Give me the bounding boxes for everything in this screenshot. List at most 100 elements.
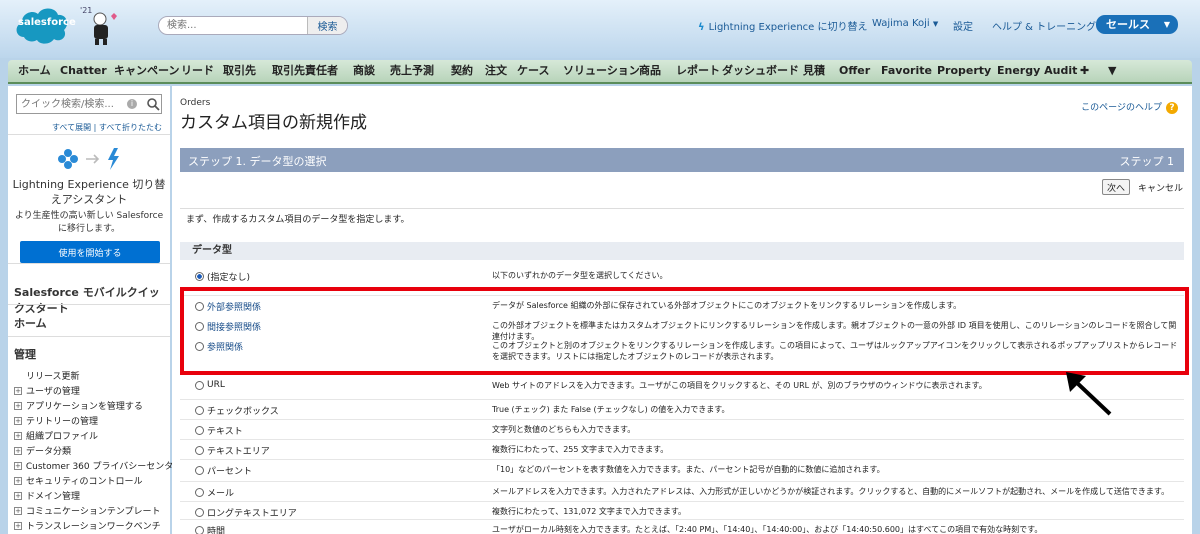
help-training-link[interactable]: ヘルプ & トレーニング [992,18,1096,33]
global-search: 検索 [158,16,348,35]
tab-item[interactable]: レポート [676,60,720,82]
lightning-bolt-icon [108,148,119,170]
tab-item[interactable]: ▼ [1108,60,1116,82]
promo-description: より生産性の高い新しい Salesforce に移行します。 [14,211,164,234]
data-type-option: ロングテキストエリア 複数行にわたって、131,072 文字まで入力できます。 [180,502,1184,520]
search-button[interactable]: 検索 [307,17,347,34]
setup-link[interactable]: 設定 [953,18,973,33]
tab-item[interactable]: リード [181,60,214,82]
tab-item[interactable]: キャンペーン [114,60,179,82]
data-type-option: URL Web サイトのアドレスを入力できます。ユーザがこの項目をクリックすると、… [180,376,1184,400]
tab-item[interactable]: 商談 [353,60,375,82]
sidebar-link[interactable]: + トランスレーションワークベンチ [14,518,170,533]
data-type-option: テキストエリア 複数行にわたって、255 文字まで入力できます。 [180,440,1184,460]
tab-item[interactable]: 売上予測 [390,60,434,82]
data-type-option: パーセント 「10」などのパーセントを表す数値を入力できます。また、パーセント記号… [180,460,1184,482]
tab-item[interactable]: Favorite [881,60,932,82]
tab-item[interactable]: 注文 [485,60,507,82]
expand-all-link[interactable]: すべて展開 [52,123,91,132]
get-started-button[interactable]: 使用を開始する [20,241,160,263]
sidebar-link[interactable]: リリース更新 [14,368,170,383]
salesforce-logo[interactable]: salesforce [12,3,76,45]
help-question-icon: ? [1166,102,1178,114]
tab-item[interactable]: ソリューション [563,60,640,82]
expand-plus-icon[interactable]: + [14,521,22,530]
page-help-label: このページのヘルプ [1081,103,1162,113]
tab-item[interactable]: ✚ [1080,60,1089,82]
help-icon[interactable]: i [127,99,137,109]
sidebar-link[interactable]: + アプリケーションを管理する [14,398,170,413]
tab-item[interactable]: ホーム [18,60,51,82]
migration-icons [58,148,119,170]
data-type-option: チェックボックス True (チェック) また False (チェックなし) の値… [180,400,1184,420]
data-type-radio[interactable]: テキストエリア [195,444,270,457]
data-type-radio[interactable]: パーセント [195,464,252,477]
cancel-button[interactable]: キャンセル [1138,181,1183,194]
step-title: ステップ 1. データ型の選択 [188,155,327,168]
data-type-radio[interactable]: URL [195,380,225,390]
expand-plus-icon[interactable]: + [14,506,22,515]
tab-item[interactable]: 商品 [639,60,661,82]
sidebar-link[interactable]: + データ分類 [14,443,170,458]
tab-item[interactable]: 取引先 [223,60,256,82]
data-type-radio[interactable]: チェックボックス [195,404,279,417]
radio-selected-icon[interactable] [195,272,204,281]
radio-unselected-icon[interactable] [195,446,204,455]
radio-unselected-icon[interactable] [195,426,204,435]
data-type-radio[interactable]: テキスト [195,424,243,437]
mobile-quickstart-heading[interactable]: Salesforce モバイルクイックスタート [14,284,164,316]
expand-plus-icon[interactable]: + [14,401,22,410]
radio-unselected-icon[interactable] [195,466,204,475]
step-header: ステップ 1. データ型の選択 ステップ 1 [180,148,1184,172]
chevron-down-icon: ▼ [932,20,939,28]
data-type-description: 複数行にわたって、131,072 文字まで入力できます。 [492,507,687,516]
sidebar-link[interactable]: + セキュリティのコントロール [14,473,170,488]
tab-item[interactable]: Chatter [60,60,107,82]
switch-to-lightning-link[interactable]: ϟ Lightning Experience に切り替え [698,18,868,33]
sidebar-link[interactable]: + 組織プロファイル [14,428,170,443]
tab-item[interactable]: Property [937,60,991,82]
radio-unselected-icon[interactable] [195,380,204,390]
radio-unselected-icon[interactable] [195,526,204,534]
app-menu-button[interactable]: セールス ▼ [1096,15,1178,34]
sidebar-link[interactable]: + コミュニケーションテンプレート [14,503,170,518]
data-type-radio[interactable]: ロングテキストエリア [195,506,297,519]
data-type-description: 「10」などのパーセントを表す数値を入力できます。また、パーセント記号が自動的に… [492,465,885,474]
global-search-input[interactable] [159,17,307,34]
tab-item[interactable]: ダッシュボード [722,60,799,82]
radio-unselected-icon[interactable] [195,508,204,517]
expand-plus-icon[interactable]: + [14,491,22,500]
sidebar-link[interactable]: + ドメイン管理 [14,488,170,503]
sidebar-link[interactable]: + Customer 360 プライバシーセンター [14,458,182,473]
radio-unselected-icon[interactable] [195,488,204,497]
expand-plus-icon[interactable]: + [14,386,22,395]
tab-item[interactable]: Energy Audit [997,60,1077,82]
next-button[interactable]: 次へ [1102,179,1130,195]
tab-item[interactable]: 契約 [451,60,473,82]
user-menu[interactable]: Wajima Koji ▼ [872,18,938,29]
data-type-radio[interactable]: (指定なし) [195,270,250,283]
tab-item[interactable]: 見積 [803,60,825,82]
expand-plus-icon[interactable]: + [14,431,22,440]
sidebar-link[interactable]: + ユーザの管理 [14,383,170,398]
classic-flower-icon [58,149,78,169]
quick-find-input[interactable] [17,95,121,113]
radio-unselected-icon[interactable] [195,406,204,415]
page-help-link[interactable]: このページのヘルプ? [1081,100,1178,114]
collapse-all-link[interactable]: すべて折りたたむ [99,123,162,132]
sidebar-link[interactable]: + テリトリーの管理 [14,413,170,428]
tab-item[interactable]: 取引先責任者 [272,60,338,82]
expand-plus-icon[interactable]: + [14,416,22,425]
tab-item[interactable]: ケース [517,60,549,82]
object-label: Orders [180,98,211,108]
expand-plus-icon[interactable]: + [14,461,22,470]
expand-plus-icon[interactable]: + [14,446,22,455]
data-type-radio[interactable]: メール [195,486,234,499]
home-heading[interactable]: ホーム [14,315,164,331]
expand-plus-icon[interactable]: + [14,476,22,485]
data-type-description: メールアドレスを入力できます。入力されたアドレスは、入力形式が正しいかどうかが検… [492,487,1170,496]
data-type-radio[interactable]: 時間 [195,524,225,534]
search-icon[interactable] [145,96,161,112]
data-type-description: 文字列と数値のどちらも入力できます。 [492,425,636,434]
tab-item[interactable]: Offer [839,60,870,82]
